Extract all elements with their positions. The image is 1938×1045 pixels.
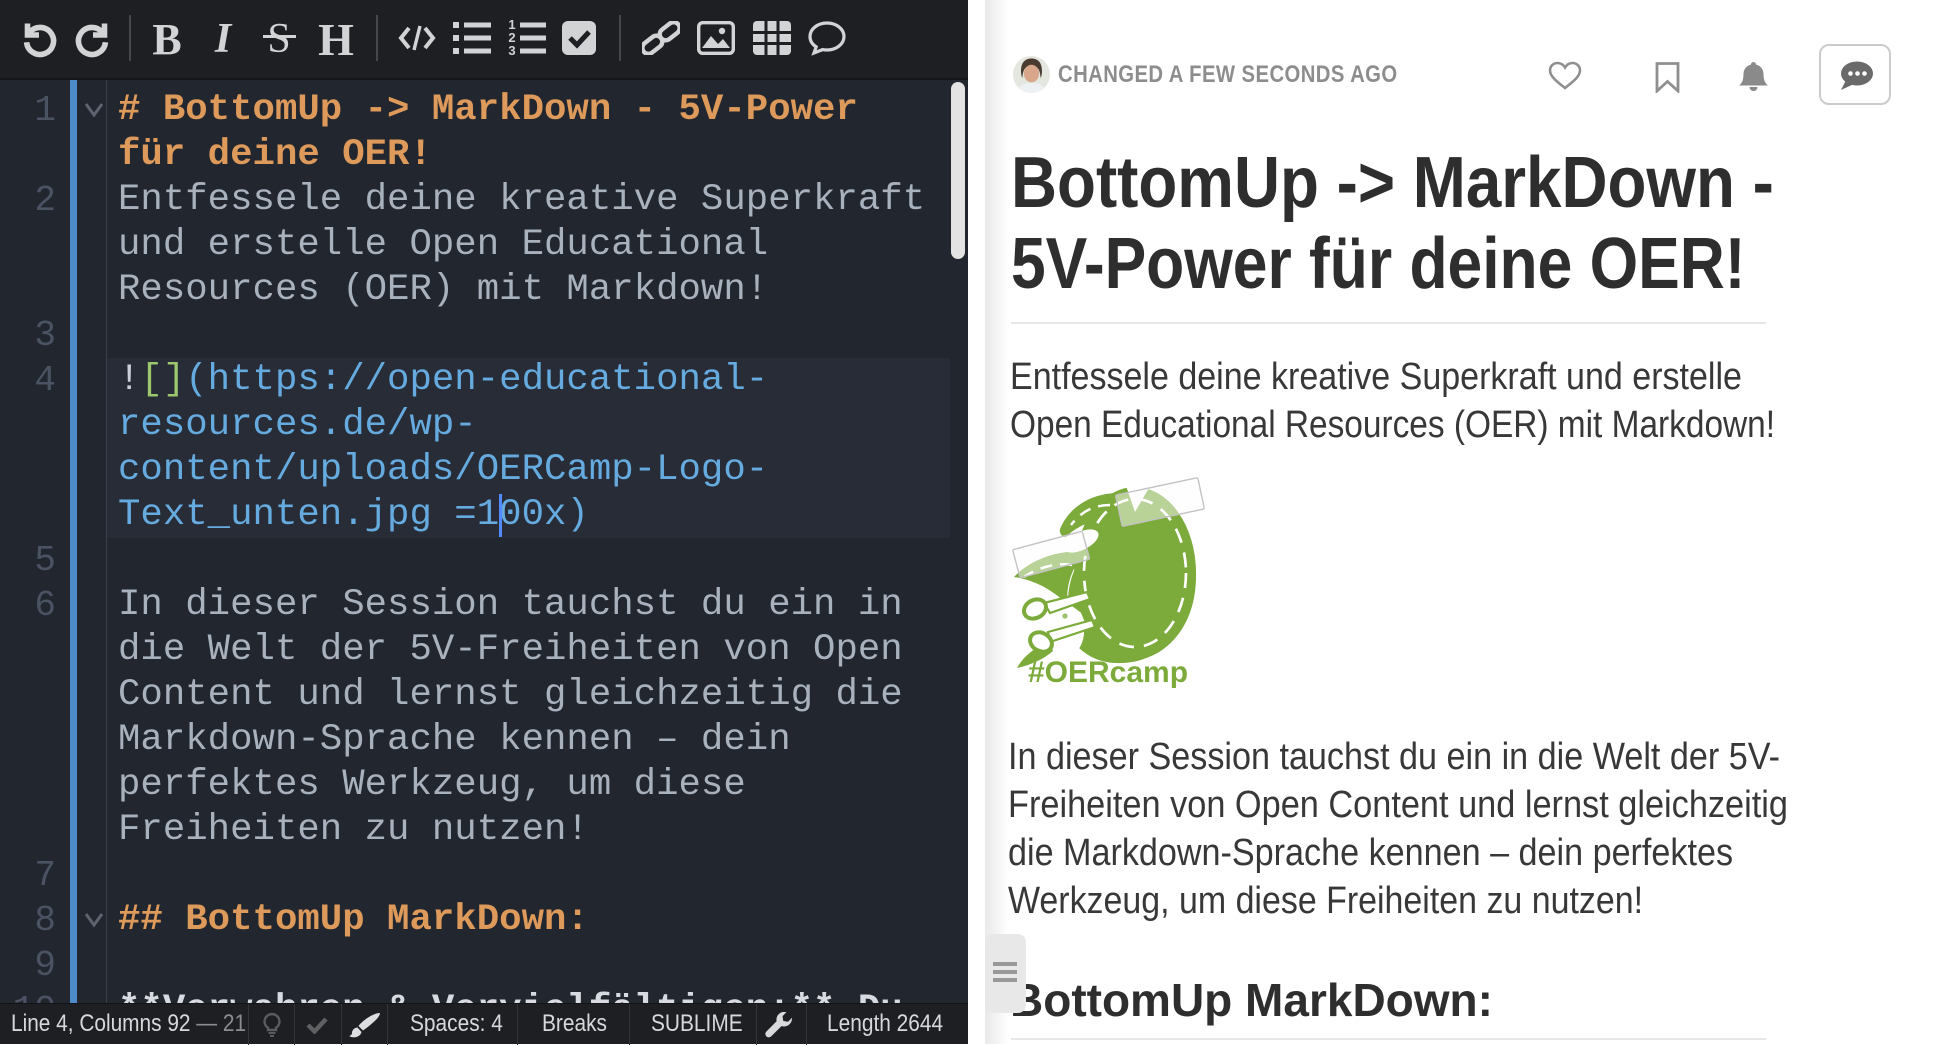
svg-text:3: 3 <box>508 43 515 58</box>
svg-text:#OERcamp: #OERcamp <box>1028 656 1188 689</box>
